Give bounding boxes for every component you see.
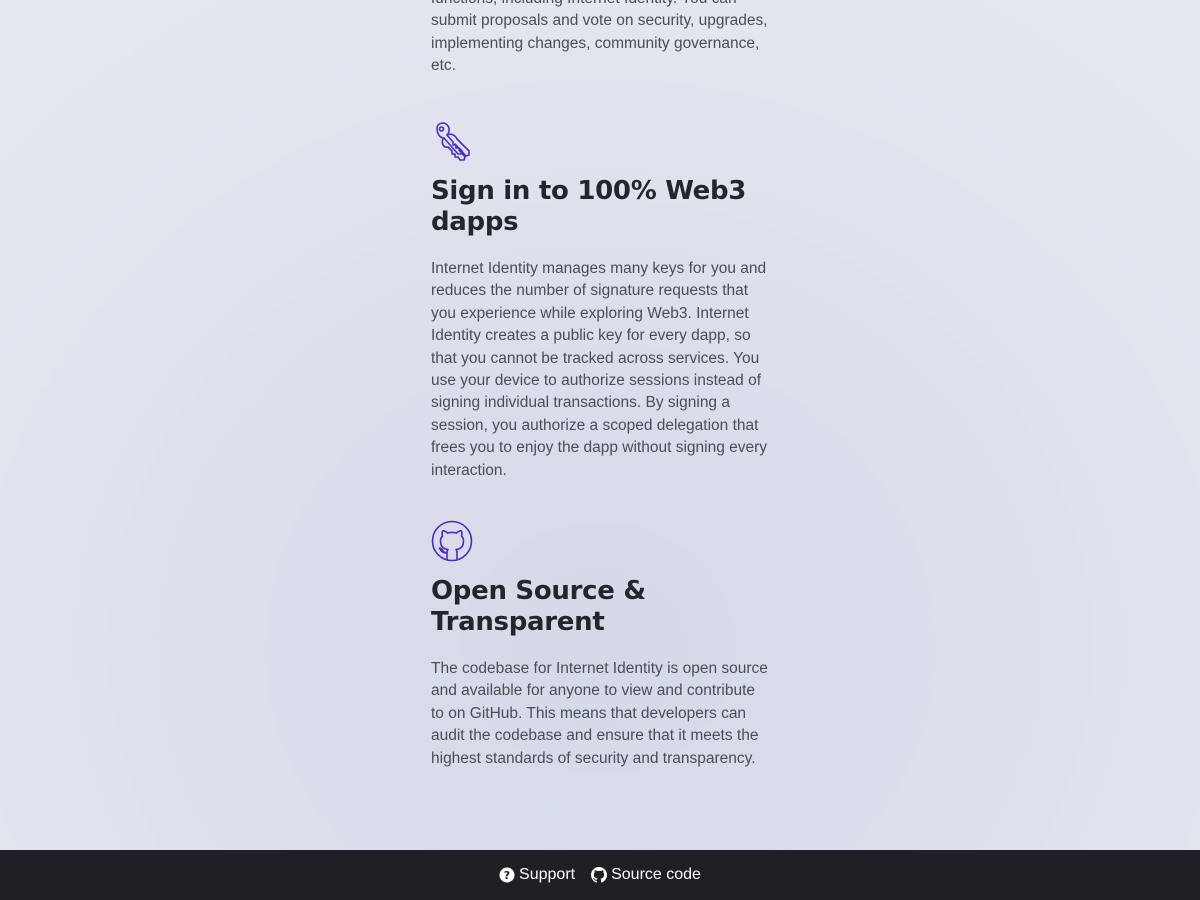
source-code-label: Source code (611, 866, 701, 883)
governance-paragraph: functions, including Internet Identity. … (431, 0, 768, 75)
feature-open-source: Open Source & Transparent The codebase f… (431, 520, 771, 770)
support-label: Support (519, 866, 576, 883)
support-link[interactable]: ? Support (499, 866, 575, 884)
feature-title: Sign in to 100% Web3 dapps (431, 176, 747, 237)
feature-title: Open Source & Transparent (431, 576, 646, 637)
keys-icon (436, 122, 470, 161)
svg-text:?: ? (504, 869, 510, 882)
feature-description: Internet Identity manages many keys for … (431, 260, 768, 479)
feature-description: The codebase for Internet Identity is op… (431, 660, 768, 767)
feature-sign-in: Sign in to 100% Web3 dapps Internet Iden… (431, 120, 771, 482)
github-icon (431, 520, 473, 562)
github-icon (591, 867, 608, 883)
source-code-link[interactable]: Source code (591, 866, 701, 884)
footer: ? Support Source code (0, 850, 1200, 900)
question-circle-icon: ? (499, 867, 515, 883)
